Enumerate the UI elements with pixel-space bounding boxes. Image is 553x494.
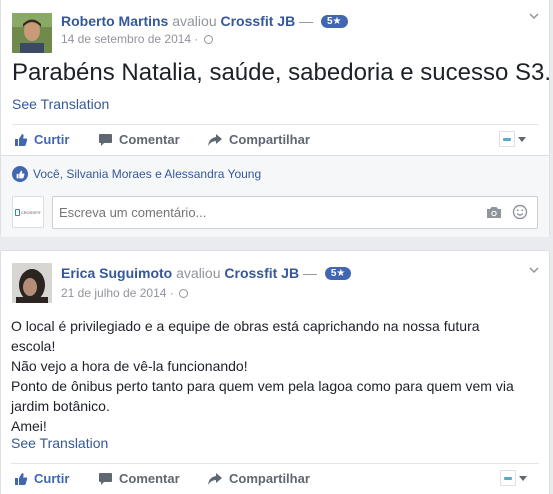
separator: — [302, 265, 317, 281]
comment-label: Comentar [119, 471, 180, 486]
like-button[interactable]: Curtir [14, 471, 69, 486]
page-avatar-small [500, 470, 516, 486]
share-icon [208, 472, 222, 485]
share-label: Compartilhar [229, 471, 310, 486]
see-translation-link[interactable]: See Translation [11, 435, 108, 451]
comment-icon [99, 472, 112, 485]
like-button[interactable]: Curtir [14, 132, 69, 147]
share-button[interactable]: Compartilhar [207, 471, 310, 486]
comment-composer: CROSSFIT [12, 196, 538, 229]
post-text: O local é privilegiado e a equipe de obr… [11, 316, 536, 436]
feedback-section: Você, Silvania Moraes e Alessandra Young… [1, 155, 549, 237]
like-label: Curtir [34, 132, 70, 147]
post-text-line: Não vejo a hora de vê-la funcionando! [11, 358, 248, 374]
comment-icon [99, 133, 112, 146]
action-bar: Curtir Comentar Compartilhar [12, 464, 539, 494]
like-label: Curtir [34, 471, 70, 486]
page-name-link[interactable]: Crossfit JB [224, 265, 299, 281]
post-header: Erica Suguimoto avaliou Crossfit JB — 5★ [61, 265, 352, 281]
chevron-down-icon[interactable] [529, 265, 539, 275]
caret-down-icon [518, 136, 526, 142]
like-reaction-icon [12, 166, 28, 182]
post-as-selector[interactable] [499, 131, 526, 147]
comment-button[interactable]: Comentar [98, 471, 180, 486]
comment-label: Comentar [119, 132, 180, 147]
rating-badge[interactable]: 5★ [324, 267, 352, 280]
post-date[interactable]: 21 de julho de 2014 · [61, 286, 174, 300]
post-text-line: O local é privilegiado e a equipe de obr… [11, 318, 480, 334]
post-header: Roberto Martins avaliou Crossfit JB — 5★ [61, 13, 348, 29]
post-text-line: Amei! [11, 418, 47, 434]
share-icon [208, 133, 222, 146]
post-meta: 21 de julho de 2014 · [61, 286, 189, 300]
thumbs-up-icon [15, 133, 28, 146]
separator: — [299, 13, 314, 29]
author-avatar[interactable] [12, 13, 52, 53]
post-text-line: jardim botânico. [11, 398, 110, 414]
author-name[interactable]: Erica Suguimoto [61, 265, 172, 281]
post-as-selector[interactable] [500, 470, 527, 486]
globe-icon [179, 289, 189, 298]
caret-down-icon [519, 475, 527, 481]
rating-badge[interactable]: 5★ [320, 15, 348, 28]
smiley-icon[interactable] [512, 204, 528, 220]
chevron-down-icon[interactable] [529, 11, 539, 21]
post-text-line: escola! [11, 338, 56, 354]
review-verb: avaliou [176, 265, 221, 281]
share-label: Compartilhar [229, 132, 310, 147]
post-text: Parabéns Natalia, saúde, sabedoria e suc… [12, 59, 552, 86]
page-name-link[interactable]: Crossfit JB [221, 13, 296, 29]
likes-summary[interactable]: Você, Silvania Moraes e Alessandra Young [12, 166, 261, 182]
comment-input[interactable] [52, 196, 538, 229]
see-translation-link[interactable]: See Translation [12, 96, 109, 112]
commenter-avatar: CROSSFIT [12, 196, 44, 228]
action-bar: Curtir Comentar Compartilhar [12, 125, 538, 155]
globe-icon [203, 35, 213, 44]
share-button[interactable]: Compartilhar [207, 132, 310, 147]
post-meta: 14 de setembro de 2014 · [61, 32, 213, 46]
author-avatar[interactable] [12, 263, 52, 303]
author-name[interactable]: Roberto Martins [61, 13, 168, 29]
review-post-1: Roberto Martins avaliou Crossfit JB — 5★… [0, 0, 552, 237]
post-date[interactable]: 14 de setembro de 2014 · [61, 32, 198, 46]
thumbs-up-icon [15, 472, 28, 485]
post-text-line: Ponto de ônibus perto tanto para quem ve… [11, 378, 514, 394]
likes-text: Você, Silvania Moraes e Alessandra Young [33, 167, 262, 181]
review-verb: avaliou [172, 13, 217, 29]
comment-button[interactable]: Comentar [98, 132, 180, 147]
page-avatar-small [499, 131, 515, 147]
camera-icon[interactable] [486, 206, 502, 219]
